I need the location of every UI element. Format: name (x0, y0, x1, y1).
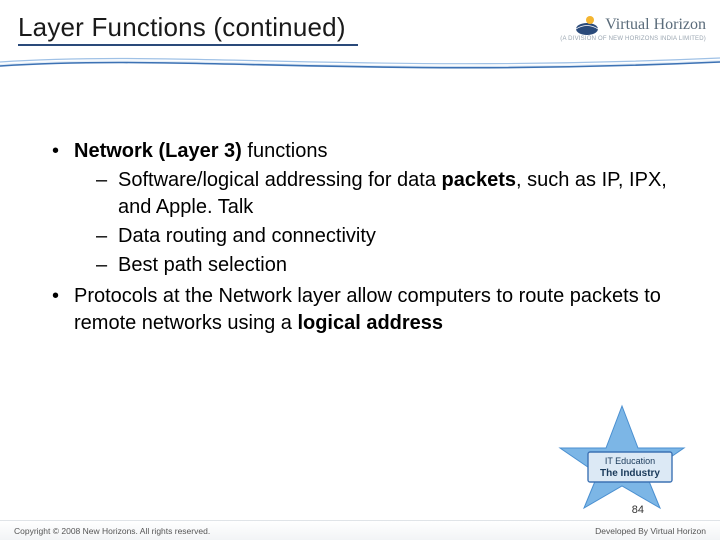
title-underline (18, 44, 358, 46)
header-wave-graphic (0, 50, 720, 80)
bullet-1-sub-3: Best path selection (94, 252, 668, 279)
slide-title: Layer Functions (continued) (18, 12, 346, 43)
b1s1-pre: Software/logical addressing for data (118, 169, 442, 191)
b2-bold: logical address (297, 312, 443, 334)
brand-name: Virtual Horizon (605, 16, 706, 34)
star-badge: IT Education The Industry (552, 400, 692, 510)
slide: Layer Functions (continued) Virtual Hori… (0, 0, 720, 540)
badge-line1: IT Education (605, 456, 655, 466)
brand-subtext: (A DIVISION OF NEW HORIZONS INDIA LIMITE… (560, 36, 706, 42)
bullet-1-sub-1: Software/logical addressing for data pac… (94, 167, 668, 221)
bullet-2: Protocols at the Network layer allow com… (48, 283, 668, 337)
b1s1-bold: packets (442, 169, 517, 191)
footer-right: Developed By Virtual Horizon (595, 526, 706, 536)
slide-content: Network (Layer 3) functions Software/log… (48, 138, 668, 341)
page-number: 84 (632, 504, 644, 516)
badge-line2: The Industry (600, 468, 660, 479)
brand-logo: Virtual Horizon (575, 14, 706, 36)
bullet-1: Network (Layer 3) functions Software/log… (48, 138, 668, 279)
bullet-1-sub-2: Data routing and connectivity (94, 223, 668, 250)
footer-left: Copyright © 2008 New Horizons. All right… (14, 526, 210, 536)
horizon-icon (575, 14, 599, 36)
bullet-1-bold: Network (Layer 3) (74, 140, 242, 162)
slide-footer: Copyright © 2008 New Horizons. All right… (0, 520, 720, 540)
bullet-1-rest: functions (242, 140, 328, 162)
slide-header: Layer Functions (continued) Virtual Hori… (0, 0, 720, 70)
